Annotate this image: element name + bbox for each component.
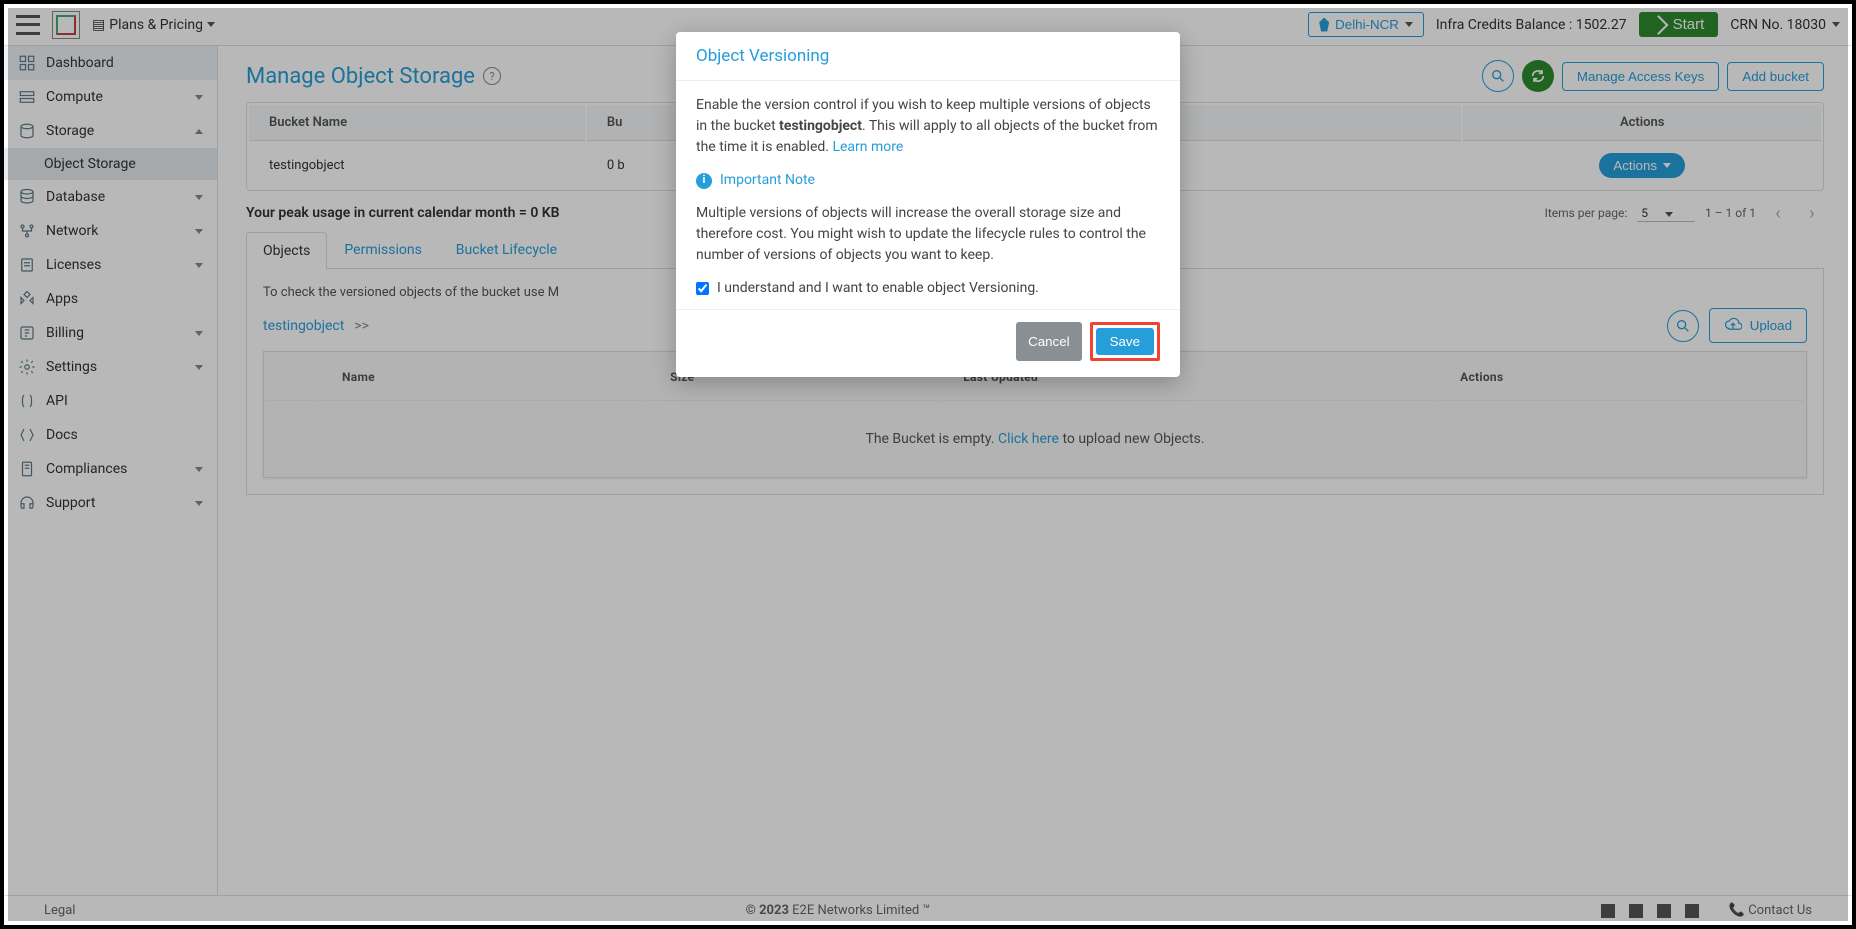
modal-title: Object Versioning bbox=[696, 46, 829, 66]
consent-label: I understand and I want to enable object… bbox=[717, 278, 1039, 299]
modal-overlay[interactable]: Object Versioning Enable the version con… bbox=[8, 8, 1848, 921]
modal-paragraph-1: Enable the version control if you wish t… bbox=[696, 95, 1160, 158]
cancel-button[interactable]: Cancel bbox=[1016, 322, 1082, 361]
consent-checkbox[interactable] bbox=[696, 282, 709, 295]
learn-more-link[interactable]: Learn more bbox=[832, 139, 903, 155]
save-highlight: Save bbox=[1090, 322, 1160, 361]
important-note-label: Important Note bbox=[720, 170, 815, 191]
object-versioning-modal: Object Versioning Enable the version con… bbox=[676, 32, 1180, 377]
info-icon: i bbox=[696, 173, 712, 189]
consent-row: I understand and I want to enable object… bbox=[696, 278, 1160, 299]
save-button[interactable]: Save bbox=[1096, 328, 1154, 355]
important-note-toggle[interactable]: i Important Note bbox=[696, 170, 1160, 191]
modal-paragraph-2: Multiple versions of objects will increa… bbox=[696, 203, 1160, 266]
